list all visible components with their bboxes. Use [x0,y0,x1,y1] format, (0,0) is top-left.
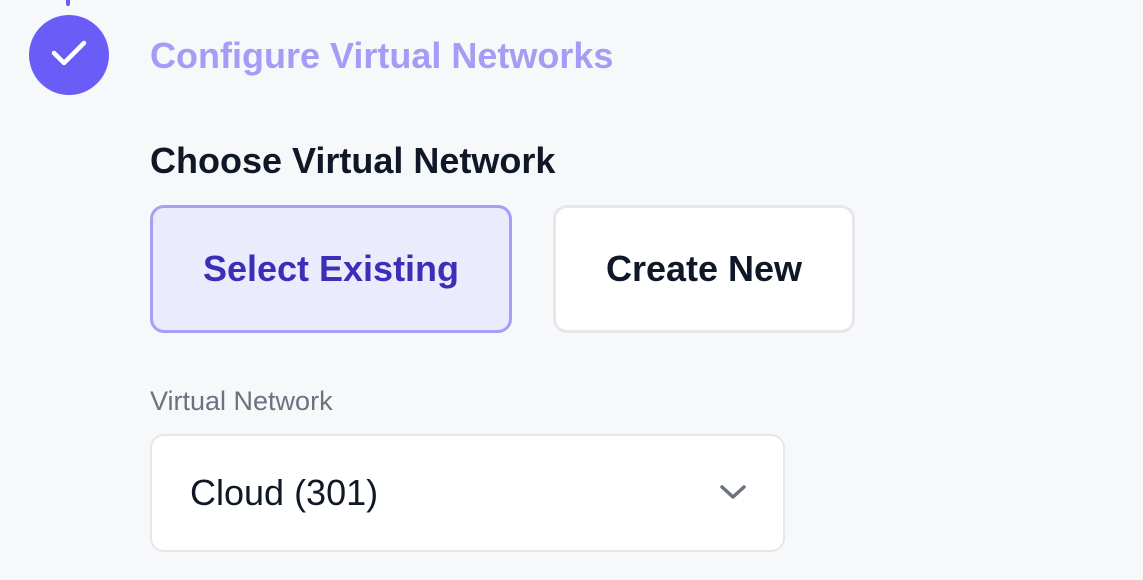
virtual-network-value: Cloud (301) [190,472,379,513]
section-title: Choose Virtual Network [150,140,556,181]
step-complete-indicator [29,15,109,95]
create-new-label: Create New [605,248,803,289]
select-existing-button[interactable]: Select Existing [150,205,512,333]
check-icon [50,38,88,73]
select-existing-label: Select Existing [202,248,460,289]
step-title[interactable]: Configure Virtual Networks [150,34,613,78]
virtual-network-label: Virtual Network [150,386,333,416]
create-new-button[interactable]: Create New [553,205,855,333]
chevron-down-icon [718,482,748,502]
step-connector-line [66,0,70,6]
virtual-network-select[interactable]: Cloud (301) [150,434,785,552]
